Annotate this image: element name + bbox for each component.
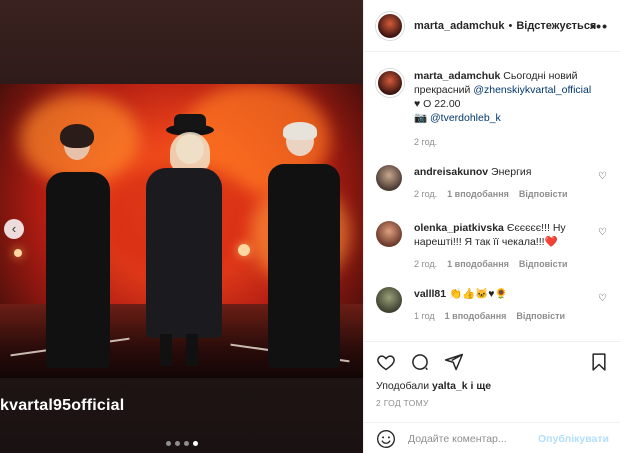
comment-text: valll81 👏👍🐱♥🌻 <box>414 287 611 301</box>
comment-username[interactable]: valll81 <box>414 288 446 300</box>
post-actions: Уподобали yalta_k і ще 2 ГОД ТОМУ Опублі… <box>364 341 620 453</box>
likes-prefix: Уподобали <box>376 380 432 392</box>
carousel-dot <box>184 441 189 446</box>
header-separator: • <box>508 19 513 32</box>
post-sidebar: marta_adamchuk • Відстежується ••• marta… <box>363 0 620 453</box>
comment-meta: 2 год. 1 вподобання Відповісти <box>414 189 611 199</box>
comment-icon[interactable] <box>410 352 430 372</box>
heart-icon[interactable]: ♡ <box>598 171 607 182</box>
avatar[interactable] <box>376 221 402 247</box>
bookmark-icon[interactable] <box>589 352 609 372</box>
likes-summary: Уподобали yalta_k і ще <box>376 380 491 392</box>
follow-status-button[interactable]: Відстежується <box>516 20 596 32</box>
carousel-dot <box>166 441 171 446</box>
heart-emoji: ❤️ <box>544 236 558 248</box>
comment-item: valll81 👏👍🐱♥🌻 1 год 1 вподобання Відпові… <box>376 287 611 321</box>
action-icons <box>376 352 464 372</box>
comment-input[interactable] <box>408 432 538 445</box>
avatar[interactable] <box>376 69 404 97</box>
comment-meta: 1 год 1 вподобання Відповісти <box>414 311 611 321</box>
publish-button[interactable]: Опублікувати <box>538 433 609 445</box>
likes-more[interactable]: і ще <box>468 380 492 392</box>
reply-button[interactable]: Відповісти <box>519 259 568 269</box>
caption-text: marta_adamchuk Сьогодні новий прекрасний… <box>414 69 611 149</box>
comment-item: olenka_piatkivska Єєєєєє!!! Ну нарешті!!… <box>376 221 611 269</box>
avatar[interactable] <box>376 165 402 191</box>
post-media: ‹ kvartal95official <box>0 0 363 453</box>
caption: marta_adamchuk Сьогодні новий прекрасний… <box>376 69 611 149</box>
comment-body: 👏👍🐱♥🌻 <box>449 288 508 300</box>
reply-button[interactable]: Відповісти <box>516 311 565 321</box>
comment-likes[interactable]: 1 вподобання <box>447 189 509 199</box>
more-icon[interactable]: ••• <box>590 18 608 34</box>
comment-text: olenka_piatkivska Єєєєєє!!! Ну нарешті!!… <box>414 221 611 249</box>
comment-time: 1 год <box>414 311 435 321</box>
comment-body: Энергия <box>491 166 532 178</box>
comment-likes[interactable]: 1 вподобання <box>445 311 507 321</box>
smile-icon[interactable] <box>376 429 396 449</box>
carousel-dot-active <box>193 441 198 446</box>
camera-icon: 📷 <box>414 112 428 124</box>
media-top-band <box>0 0 363 84</box>
caption-mention[interactable]: @zhenskiykvartal_official <box>473 84 591 96</box>
likes-user[interactable]: yalta_k <box>432 380 468 392</box>
carousel-dots <box>166 441 198 446</box>
comment-item: andreisakunov Энергия 2 год. 1 вподобанн… <box>376 165 611 199</box>
post-age: 2 ГОД ТОМУ <box>376 398 429 408</box>
post-photo[interactable] <box>0 84 363 378</box>
comment-time: 2 год. <box>414 259 438 269</box>
comment-likes[interactable]: 1 вподобання <box>447 259 509 269</box>
comment-meta: 2 год. 1 вподобання Відповісти <box>414 259 611 269</box>
photo-overlay-text: kvartal95official <box>0 397 125 414</box>
comment-username[interactable]: olenka_piatkivska <box>414 222 504 234</box>
carousel-dot <box>175 441 180 446</box>
heart-icon[interactable]: ♡ <box>598 227 607 238</box>
caption-line2: ♥ О 22.00 <box>414 98 461 110</box>
heart-icon[interactable]: ♡ <box>598 293 607 304</box>
comment-time: 2 год. <box>414 189 438 199</box>
comment-username[interactable]: andreisakunov <box>414 166 488 178</box>
chevron-left-icon[interactable]: ‹ <box>4 219 24 239</box>
reply-button[interactable]: Відповісти <box>519 189 568 199</box>
caption-mention-2[interactable]: @tverdohleb_k <box>430 112 501 124</box>
avatar[interactable] <box>376 11 404 40</box>
comment-text: andreisakunov Энергия <box>414 165 611 179</box>
caption-username[interactable]: marta_adamchuk <box>414 70 500 82</box>
avatar[interactable] <box>376 287 402 313</box>
post-header: marta_adamchuk • Відстежується ••• <box>364 0 620 52</box>
add-comment-bar: Опублікувати <box>364 422 620 453</box>
share-icon[interactable] <box>444 352 464 372</box>
heart-icon[interactable] <box>376 352 396 372</box>
comments-list: marta_adamchuk Сьогодні новий прекрасний… <box>364 53 620 340</box>
caption-time: 2 год. <box>414 137 438 147</box>
header-username[interactable]: marta_adamchuk <box>414 20 505 32</box>
